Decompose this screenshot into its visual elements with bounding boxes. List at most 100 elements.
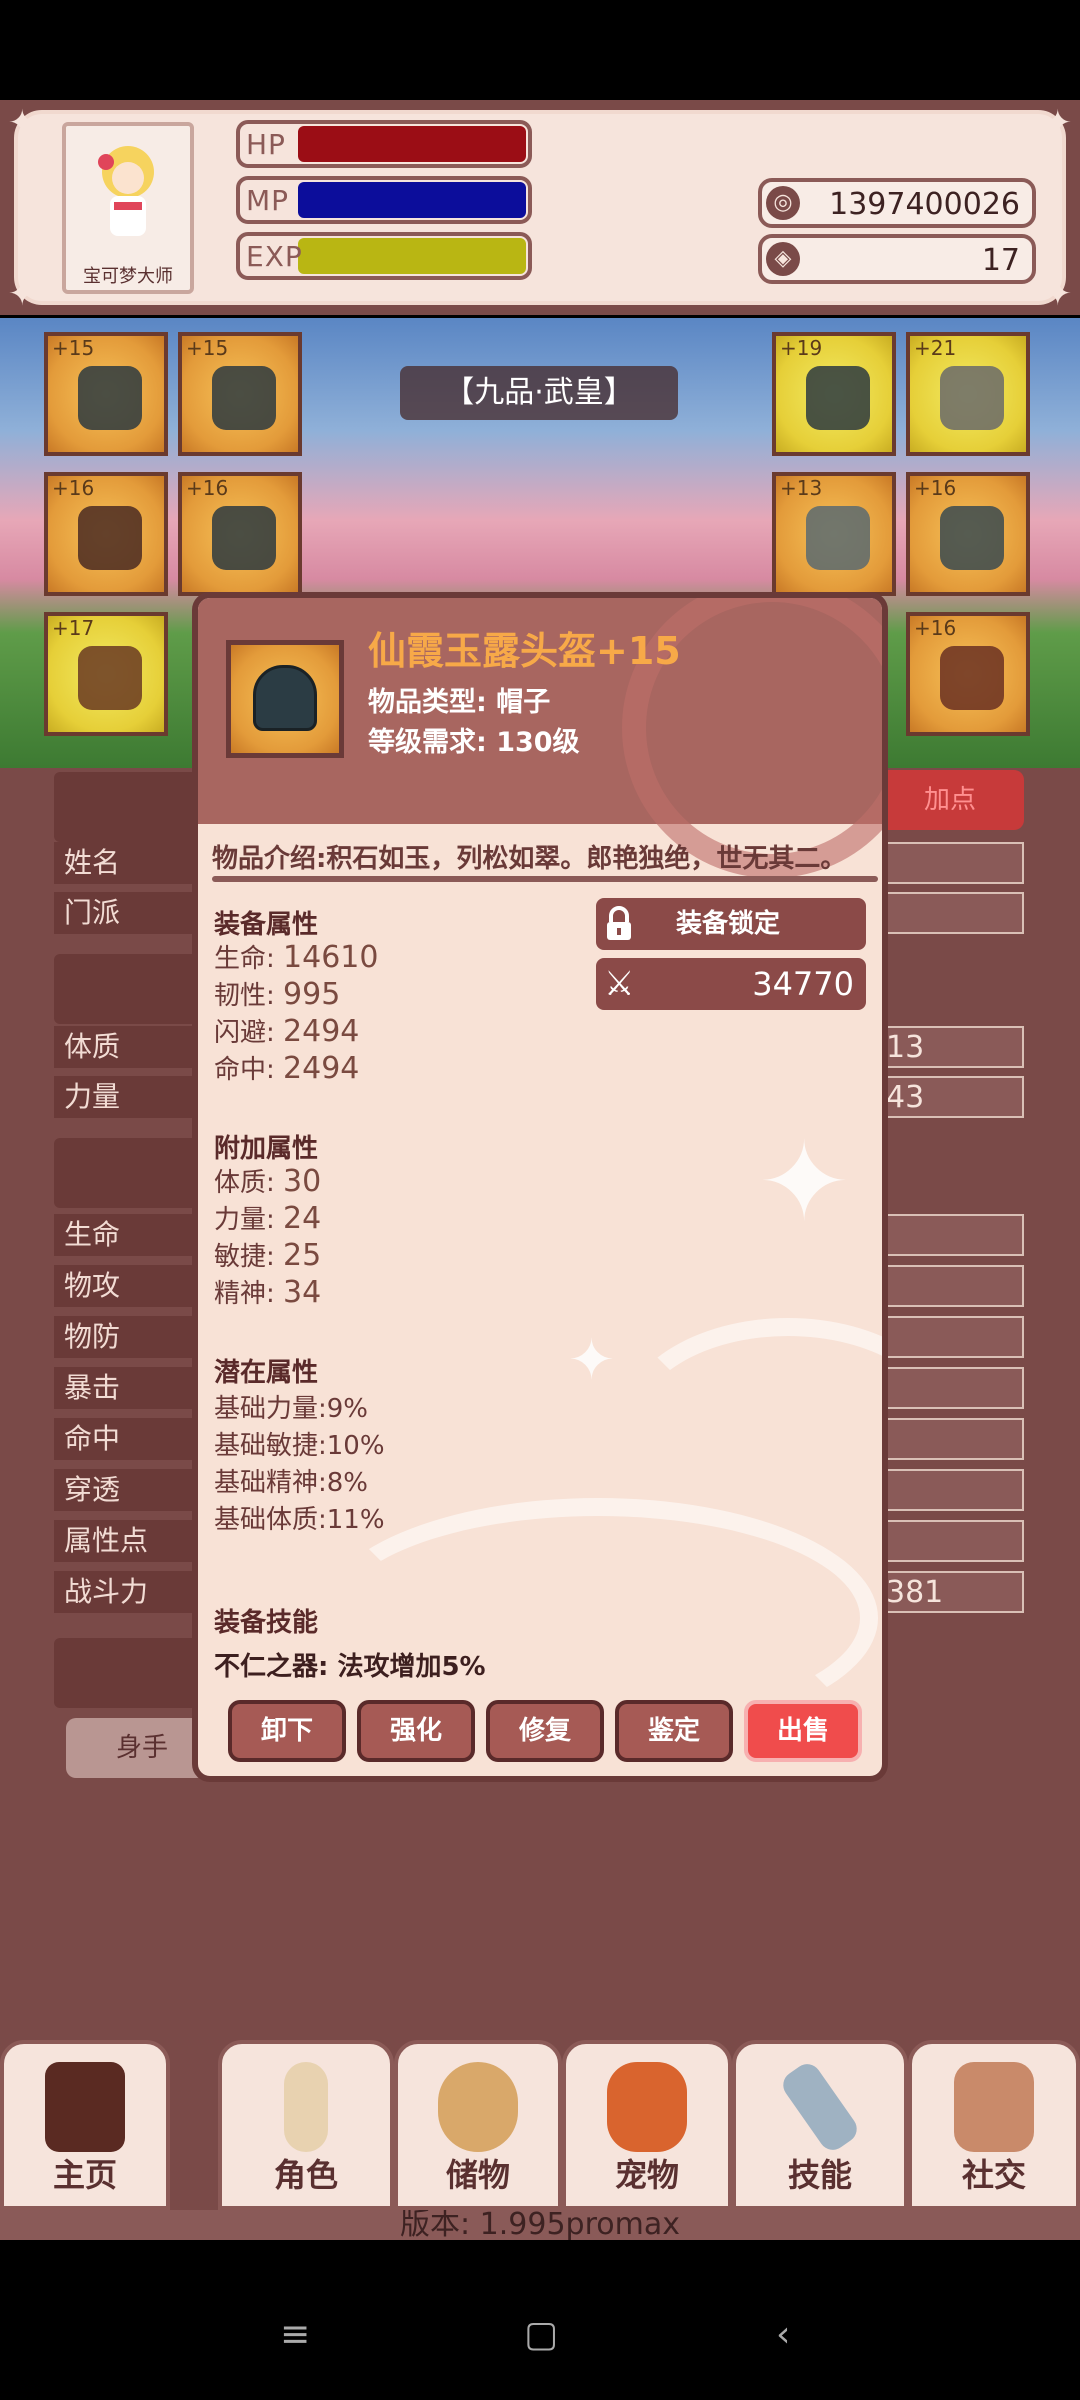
row-label: 战斗力	[54, 1571, 204, 1613]
nav-label: 主页	[52, 2156, 117, 2194]
player-avatar[interactable]: 宝可梦大师	[62, 122, 194, 294]
equip-slot[interactable]: +16	[906, 472, 1030, 596]
extra-stat: 敏捷: 25	[214, 1236, 321, 1273]
equip-slot[interactable]: +15	[178, 332, 302, 456]
nav-character[interactable]: 角色	[218, 2040, 394, 2210]
nav-home[interactable]: 主页	[0, 2040, 170, 2210]
nav-skills[interactable]: 技能	[732, 2040, 908, 2210]
back-icon[interactable]: ‹	[776, 2314, 790, 2355]
stat-name: 闪避:	[214, 1018, 275, 1048]
equip-slot[interactable]: +16	[44, 472, 168, 596]
base-stat: 闪避: 2494	[214, 1012, 359, 1049]
row-value: 13	[874, 1026, 1024, 1068]
extra-stat: 精神: 34	[214, 1273, 321, 1310]
row-label: 力量	[54, 1076, 204, 1118]
stat-name: 精神:	[214, 1279, 275, 1309]
stat-value: 25	[283, 1238, 322, 1273]
row-label: 物攻	[54, 1265, 204, 1307]
equip-slot[interactable]: +16	[178, 472, 302, 596]
row-value	[874, 1520, 1024, 1562]
row-label: 属性点	[54, 1520, 204, 1562]
add-point-button[interactable]: 加点	[876, 770, 1024, 830]
row-value	[874, 1316, 1024, 1358]
row-value	[874, 892, 1024, 934]
mask-icon	[78, 646, 142, 710]
power-value: 34770	[752, 965, 854, 1003]
base-stat: 生命: 14610	[214, 938, 378, 975]
lock-equipment-button[interactable]: 装备锁定	[596, 898, 866, 950]
section-header	[54, 772, 204, 842]
equip-slot[interactable]: +17	[44, 612, 168, 736]
slot-level: +17	[52, 616, 95, 640]
gem-icon: ◈	[766, 242, 800, 276]
slot-level: +16	[914, 616, 957, 640]
slot-level: +21	[914, 336, 957, 360]
base-stat: 命中: 2494	[214, 1049, 359, 1086]
slot-level: +13	[780, 476, 823, 500]
equip-slot[interactable]: +19	[772, 332, 896, 456]
realm-badge: 【九品·武皇】	[400, 366, 678, 420]
extra-stat: 力量: 24	[214, 1199, 321, 1236]
gem-counter: ◈ 17	[758, 234, 1036, 284]
stat-value: 14610	[283, 940, 379, 975]
slot-level: +19	[780, 336, 823, 360]
stat-name: 体质:	[214, 1168, 275, 1198]
row-value	[874, 1214, 1024, 1256]
menu-icon[interactable]: ≡	[280, 2314, 310, 2355]
section-header	[54, 1638, 204, 1708]
equip-slot[interactable]: +13	[772, 472, 896, 596]
nav-label: 角色	[273, 2156, 338, 2194]
appraise-button[interactable]: 鉴定	[615, 1700, 733, 1762]
item-level-req: 等级需求: 130级	[368, 727, 580, 758]
mp-bar-fill	[298, 182, 526, 218]
sparkle-icon: ✦	[568, 1328, 615, 1393]
hp-bar-fill	[298, 126, 526, 162]
nav-label: 技能	[787, 2156, 852, 2194]
stat-value: 30	[283, 1164, 322, 1199]
row-label: 暴击	[54, 1367, 204, 1409]
latent-stat: 基础体质:11%	[214, 1505, 385, 1535]
ring-icon	[212, 506, 276, 570]
mp-bar: MP	[236, 176, 532, 224]
sell-button[interactable]: 出售	[744, 1700, 862, 1762]
enhance-button[interactable]: 强化	[357, 1700, 475, 1762]
gold-counter: ◎ 1397400026	[758, 178, 1036, 228]
extra-stat: 体质: 30	[214, 1162, 321, 1199]
lock-label: 装备锁定	[676, 909, 781, 939]
exp-bar: EXP	[236, 232, 532, 280]
boots-icon	[940, 646, 1004, 710]
base-stats-title: 装备属性	[214, 910, 319, 940]
gold-value: 1397400026	[829, 187, 1020, 222]
nav-label: 储物	[445, 2156, 510, 2194]
equip-skill-title: 装备技能	[214, 1608, 319, 1638]
player-portrait-icon	[98, 146, 154, 236]
stat-name: 命中:	[214, 1055, 275, 1085]
armor-icon	[78, 506, 142, 570]
equip-slot[interactable]: +16	[906, 612, 1030, 736]
latent-stat: 基础敏捷:10%	[214, 1431, 385, 1461]
temple-gate-icon	[45, 2062, 125, 2152]
equip-slot[interactable]: +21	[906, 332, 1030, 456]
mp-label: MP	[246, 184, 290, 217]
nav-pets[interactable]: 宠物	[562, 2040, 732, 2210]
version-text: 版本: 1.995promax	[0, 2210, 1080, 2240]
section-header	[54, 1138, 204, 1208]
fox-icon	[607, 2062, 687, 2152]
partial-button[interactable]: 身手	[66, 1718, 206, 1778]
home-square-icon[interactable]: ▢	[524, 2314, 558, 2355]
item-title: 仙霞玉露头盔+15	[368, 629, 681, 673]
repair-button[interactable]: 修复	[486, 1700, 604, 1762]
stat-value: 24	[283, 1201, 322, 1236]
item-detail-dialog: 仙霞玉露头盔+15 物品类型: 帽子 等级需求: 130级 ✦ ✦ 物品介绍:积…	[192, 592, 888, 1782]
equip-skill-text: 不仁之器: 法攻增加5%	[214, 1652, 486, 1682]
row-value: 43	[874, 1076, 1024, 1118]
row-label: 姓名	[54, 842, 204, 884]
equip-slot[interactable]: +15	[44, 332, 168, 456]
nav-storage[interactable]: 储物	[394, 2040, 562, 2210]
system-nav-bar: ≡ ▢ ‹	[0, 2274, 1080, 2400]
lock-icon	[607, 906, 631, 940]
nav-social[interactable]: 社交	[908, 2040, 1080, 2210]
vest-icon	[806, 506, 870, 570]
unequip-button[interactable]: 卸下	[228, 1700, 346, 1762]
necklace-icon	[212, 366, 276, 430]
